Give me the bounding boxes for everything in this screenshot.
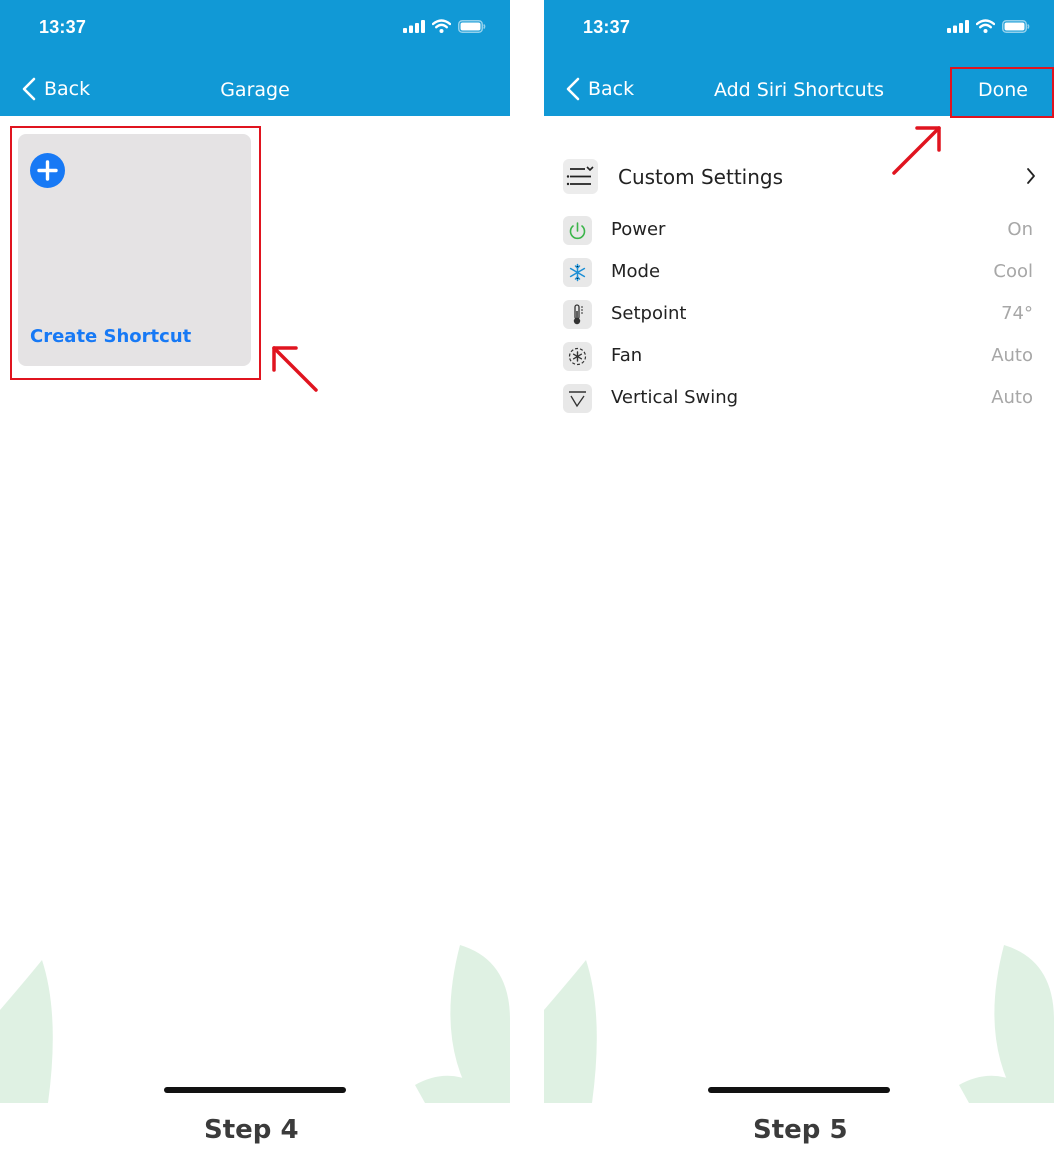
- create-shortcut-label: Create Shortcut: [30, 326, 192, 347]
- snowflake-icon: [563, 258, 592, 287]
- setting-row-mode[interactable]: Mode Cool: [562, 258, 1042, 290]
- fan-icon: [563, 342, 592, 371]
- setting-row-setpoint[interactable]: Setpoint 74°: [562, 300, 1042, 332]
- screen-add-siri-shortcuts: 13:37 Back Add Siri Shortcuts Done Custo…: [544, 0, 1054, 1103]
- page-title: Garage: [220, 79, 290, 101]
- leaf-decoration: [959, 945, 1054, 1103]
- status-icons: [947, 19, 1030, 33]
- setting-label: Setpoint: [611, 303, 687, 324]
- leaf-decoration: [0, 960, 53, 1103]
- custom-settings-label: Custom Settings: [618, 165, 784, 189]
- screen-garage: 13:37 Back Garage Create Shortcut: [0, 0, 510, 1103]
- custom-settings-row[interactable]: Custom Settings: [562, 158, 1042, 198]
- setting-value: 74°: [1001, 303, 1033, 324]
- pointer-arrow-icon: [272, 346, 318, 392]
- setting-value: Cool: [993, 261, 1033, 282]
- app-header: 13:37 Back Garage: [0, 0, 510, 116]
- cellular-signal-icon: [947, 19, 969, 33]
- wifi-icon: [432, 19, 451, 33]
- step-5-label: Step 5: [753, 1115, 848, 1145]
- chevron-right-icon: [1027, 168, 1035, 184]
- cellular-signal-icon: [403, 19, 425, 33]
- setting-row-power[interactable]: Power On: [562, 216, 1042, 248]
- home-indicator: [164, 1087, 346, 1093]
- vertical-swing-icon: [563, 384, 592, 413]
- plus-icon: [30, 153, 65, 188]
- leaf-decoration: [415, 945, 510, 1103]
- setting-label: Fan: [611, 345, 643, 366]
- status-icons: [403, 19, 486, 33]
- battery-icon: [458, 19, 486, 33]
- wifi-icon: [976, 19, 995, 33]
- setting-value: Auto: [991, 387, 1033, 408]
- setting-row-fan[interactable]: Fan Auto: [562, 342, 1042, 374]
- sliders-icon: [563, 159, 598, 194]
- power-icon: [563, 216, 592, 245]
- create-shortcut-tile[interactable]: Create Shortcut: [18, 134, 251, 366]
- setting-row-vertical-swing[interactable]: Vertical Swing Auto: [562, 384, 1042, 416]
- home-indicator: [708, 1087, 890, 1093]
- highlight-box: [950, 67, 1054, 118]
- setting-label: Power: [611, 219, 666, 240]
- setting-value: On: [1007, 219, 1033, 240]
- battery-icon: [1002, 19, 1030, 33]
- step-4-label: Step 4: [204, 1115, 299, 1145]
- setting-label: Vertical Swing: [611, 387, 739, 408]
- thermometer-icon: [563, 300, 592, 329]
- setting-value: Auto: [991, 345, 1033, 366]
- leaf-decoration: [544, 960, 597, 1103]
- setting-label: Mode: [611, 261, 661, 282]
- status-time: 13:37: [583, 17, 631, 37]
- status-time: 13:37: [39, 17, 87, 37]
